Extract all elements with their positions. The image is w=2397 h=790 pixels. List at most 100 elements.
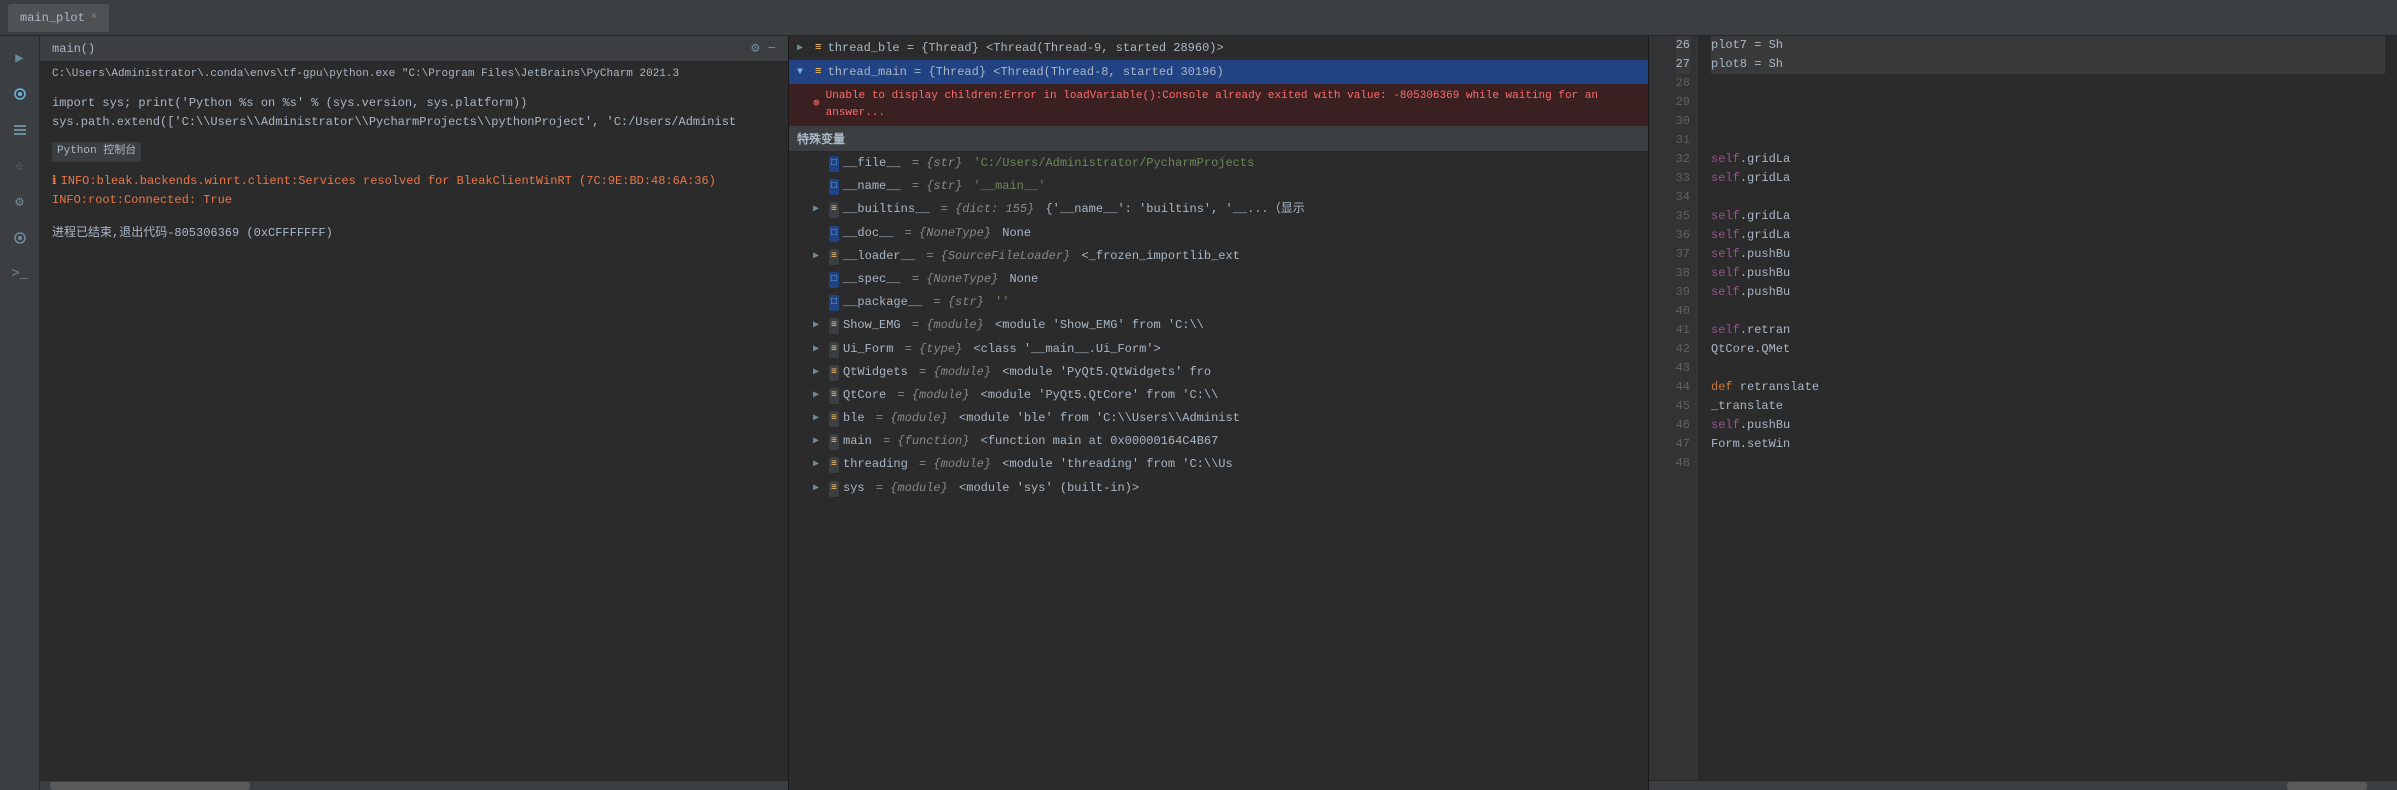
expand-icon: ▶ [813, 388, 825, 404]
error-message: Unable to display children:Error in load… [826, 88, 1624, 121]
line-40: 40 [1676, 302, 1690, 321]
line-31: 31 [1676, 131, 1690, 150]
code-scroll-thumb [2287, 782, 2367, 790]
var-type-icon: ≡ [829, 388, 839, 404]
line-35: 35 [1676, 207, 1690, 226]
line-41: 41 [1676, 321, 1690, 340]
var-ble[interactable]: ▶ ≡ ble = {module} <module 'ble' from 'C… [789, 407, 1648, 430]
line-45: 45 [1676, 397, 1690, 416]
var-show-emg[interactable]: ▶ ≡ Show_EMG = {module} <module 'Show_EM… [789, 314, 1648, 337]
var-file[interactable]: □ __file__ = {str} 'C:/Users/Administrat… [789, 152, 1648, 175]
console-header: main() ⚙ − [40, 36, 788, 62]
code-33: self.gridLa [1711, 169, 2385, 188]
console-controls: ⚙ − [751, 40, 776, 57]
line-37: 37 [1676, 245, 1690, 264]
line-33: 33 [1676, 169, 1690, 188]
line-34: 34 [1676, 188, 1690, 207]
code-45: _translate [1711, 397, 2385, 416]
sidebar-icons: ▶ ☆ ⚙ >_ [0, 36, 40, 790]
thread-main-icon: ≡ [815, 64, 822, 81]
code-28 [1711, 74, 2385, 93]
thread-list: ▶ ≡ thread_ble = {Thread} <Thread(Thread… [789, 36, 1648, 125]
tab-label: main_plot [20, 11, 85, 25]
console-minimize-icon[interactable]: − [768, 41, 776, 57]
var-qtcore[interactable]: ▶ ≡ QtCore = {module} <module 'PyQt5.QtC… [789, 384, 1648, 407]
line-43: 43 [1676, 359, 1690, 378]
code-42: QtCore.QMet [1711, 340, 2385, 359]
variables-header-label: 特殊变量 [797, 133, 845, 147]
code-35: self.gridLa [1711, 207, 2385, 226]
var-type-icon: ≡ [829, 318, 839, 334]
line-47: 47 [1676, 435, 1690, 454]
expand-arrow-selected-icon: ▼ [797, 65, 809, 80]
console-info-line2: INFO:root:Connected: True [52, 191, 776, 210]
line-26: 26 [1676, 36, 1690, 55]
var-spec[interactable]: □ __spec__ = {NoneType} None [789, 268, 1648, 291]
expand-icon[interactable] [6, 224, 34, 252]
debugger-panel: ▶ ≡ thread_ble = {Thread} <Thread(Thread… [789, 36, 1649, 790]
code-46: self.pushBu [1711, 416, 2385, 435]
code-43 [1711, 359, 2385, 378]
code-34 [1711, 188, 2385, 207]
code-scrollbar-h[interactable] [1649, 780, 2397, 790]
code-39: self.pushBu [1711, 283, 2385, 302]
python-console-icon[interactable]: >_ [6, 260, 34, 288]
var-builtins[interactable]: ▶ ≡ __builtins__ = {dict: 155} {'__name_… [789, 198, 1648, 221]
console-line: sys.path.extend(['C:\\Users\\Administrat… [52, 113, 776, 132]
expand-icon: ▶ [813, 365, 825, 381]
expand-builtins-icon: ▶ [813, 202, 825, 218]
console-python-label: Python 控制台 [52, 142, 776, 162]
code-37: self.pushBu [1711, 245, 2385, 264]
var-ui-form[interactable]: ▶ ≡ Ui_Form = {type} <class '__main__.Ui… [789, 338, 1648, 361]
code-48 [1711, 454, 2385, 473]
var-loader[interactable]: ▶ ≡ __loader__ = {SourceFileLoader} <_fr… [789, 245, 1648, 268]
console-exit-line: 进程已结束,退出代码-805306369 (0xCFFFFFFF) [52, 224, 776, 243]
error-icon: ⊗ [813, 96, 820, 113]
code-40 [1711, 302, 2385, 321]
thread-main-label: thread_main = {Thread} <Thread(Thread-8,… [828, 63, 1224, 81]
console-scroll-thumb [50, 782, 250, 790]
code-41: self.retran [1711, 321, 2385, 340]
line-29: 29 [1676, 93, 1690, 112]
bookmark-icon[interactable]: ☆ [6, 152, 34, 180]
var-sys[interactable]: ▶ ≡ sys = {module} <module 'sys' (built-… [789, 477, 1648, 500]
spacer [52, 210, 776, 224]
var-main[interactable]: ▶ ≡ main = {function} <function main at … [789, 430, 1648, 453]
code-47: Form.setWin [1711, 435, 2385, 454]
var-type-icon: □ [829, 295, 839, 311]
code-36: self.gridLa [1711, 226, 2385, 245]
expand-icon: ▶ [813, 434, 825, 450]
tab-close-button[interactable]: × [91, 12, 97, 23]
thread-ble-item[interactable]: ▶ ≡ thread_ble = {Thread} <Thread(Thread… [789, 36, 1648, 60]
code-44: def retranslate [1711, 378, 2385, 397]
var-type-icon: ≡ [829, 457, 839, 473]
var-name[interactable]: □ __name__ = {str} '__main__' [789, 175, 1648, 198]
console-path: C:\Users\Administrator\.conda\envs\tf-gp… [40, 62, 788, 86]
console-scrollbar-h[interactable] [40, 780, 788, 790]
line-36: 36 [1676, 226, 1690, 245]
code-38: self.pushBu [1711, 264, 2385, 283]
thread-main-item[interactable]: ▼ ≡ thread_main = {Thread} <Thread(Threa… [789, 60, 1648, 84]
debug-icon[interactable] [6, 80, 34, 108]
var-type-icon: ≡ [829, 434, 839, 450]
console-title: main() [52, 42, 95, 56]
expand-loader-icon: ▶ [813, 249, 825, 265]
var-type-icon: ≡ [829, 481, 839, 497]
tab-bar: main_plot × [0, 0, 2397, 36]
structure-icon[interactable] [6, 116, 34, 144]
code-32: self.gridLa [1711, 150, 2385, 169]
console-output[interactable]: import sys; print('Python %s on %s' % (s… [40, 86, 788, 780]
var-doc[interactable]: □ __doc__ = {NoneType} None [789, 222, 1648, 245]
line-28: 28 [1676, 74, 1690, 93]
line-38: 38 [1676, 264, 1690, 283]
console-settings-icon[interactable]: ⚙ [751, 40, 759, 57]
run-icon[interactable]: ▶ [6, 44, 34, 72]
console-info-line1: ℹ INFO:bleak.backends.winrt.client:Servi… [52, 172, 776, 191]
var-threading[interactable]: ▶ ≡ threading = {module} <module 'thread… [789, 453, 1648, 476]
var-package[interactable]: □ __package__ = {str} '' [789, 291, 1648, 314]
code-panel: 26 27 28 29 30 31 32 33 34 35 36 37 38 3… [1649, 36, 2397, 790]
thread-icon: ≡ [815, 40, 822, 57]
var-qtwidgets[interactable]: ▶ ≡ QtWidgets = {module} <module 'PyQt5.… [789, 361, 1648, 384]
settings-icon[interactable]: ⚙ [6, 188, 34, 216]
main-plot-tab[interactable]: main_plot × [8, 4, 109, 32]
